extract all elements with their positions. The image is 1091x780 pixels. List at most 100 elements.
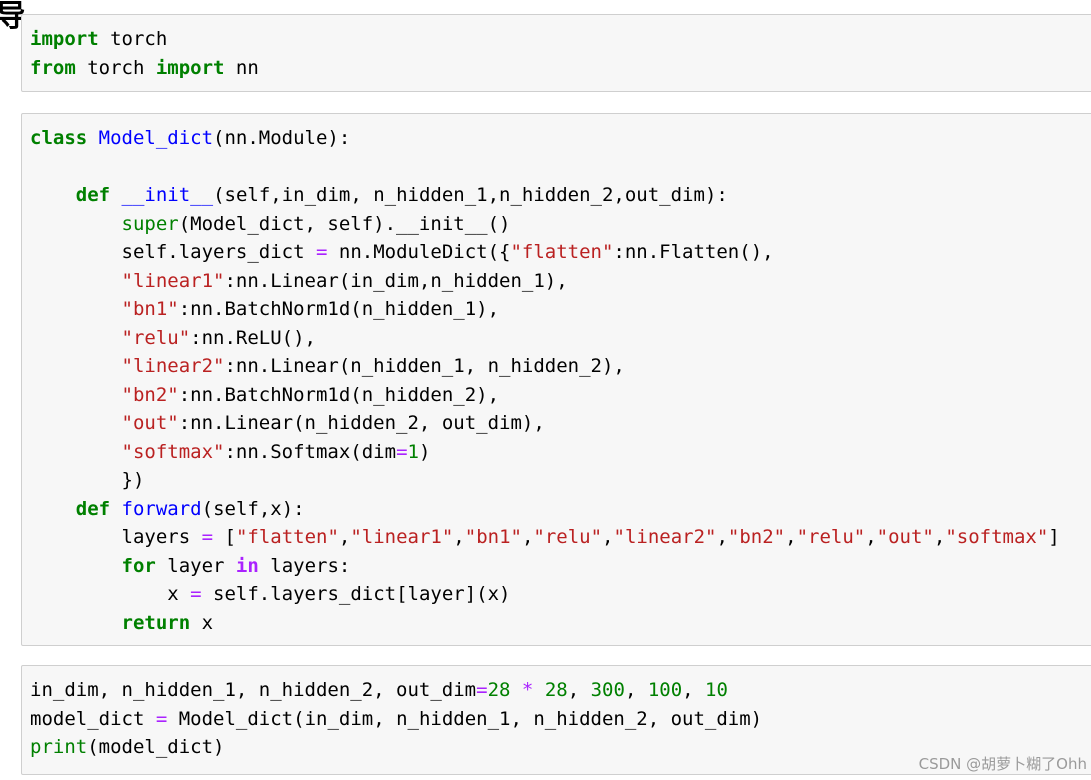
code-line: "softmax":nn.Softmax(dim=1) [30,440,431,463]
code-line: def __init__(self,in_dim, n_hidden_1,n_h… [30,184,728,206]
code-line: x = self.layers_dict[layer](x) [30,583,510,605]
code-token: Model_dict(in_dim, n_hidden_1, n_hidden_… [167,707,763,730]
code-token: , [453,526,465,548]
code-token: (model_dict) [87,736,225,758]
code-token: "linear1" [121,269,225,292]
code-token: "linear1" [350,526,454,548]
code-token: super [121,212,179,235]
code-line: "bn2":nn.BatchNorm1d(n_hidden_2), [30,383,500,406]
code-token: 10 [705,679,728,701]
code-token: 1 [407,440,419,463]
code-token: torch [98,28,168,50]
code-token: layers: [258,554,351,577]
code-token: }) [30,469,145,491]
code-token: ] [1048,526,1060,548]
code-line: for layer in layers: [30,554,351,577]
code-token: "relu" [533,526,603,548]
code-line: }) [30,469,145,491]
code-token: , [567,679,591,701]
code-line: "bn1":nn.BatchNorm1d(n_hidden_1), [30,298,500,320]
code-token: def [75,184,111,206]
code-cell-model-class[interactable]: class Model_dict(nn.Module): def __init_… [21,113,1091,646]
code-block[interactable]: import torch from torch import nn [30,25,1091,82]
code-token: "softmax" [945,526,1049,548]
code-block[interactable]: class Model_dict(nn.Module): def __init_… [30,124,1091,637]
code-token: x [30,583,191,605]
code-token: , [338,526,351,548]
code-line: model_dict = Model_dict(in_dim, n_hidden… [30,708,762,730]
code-token: for [121,554,156,577]
code-token: (self,x): [201,497,305,520]
code-token: "out" [121,412,179,434]
code-line: super(Model_dict, self).__init__() [30,212,511,235]
code-token: "flatten" [510,241,614,263]
code-line: "linear1":nn.Linear(in_dim,n_hidden_1), [30,270,568,292]
code-token: "relu" [121,326,191,349]
code-token: __init__ [121,184,214,206]
code-token: , [785,526,797,548]
code-token: layers [30,526,202,548]
code-token: "out" [876,526,934,548]
code-token: "bn1" [121,298,179,320]
code-line: "linear2":nn.Linear(n_hidden_1, n_hidden… [30,355,625,377]
code-token: (Model_dict, self).__init__() [178,212,511,235]
code-token: 28 [544,679,568,701]
code-token: def [75,497,111,520]
code-token: (self,in_dim, n_hidden_1,n_hidden_2,out_… [213,184,728,206]
code-token: "softmax" [121,440,225,463]
code-token: import [155,56,225,79]
code-token: * [521,679,534,701]
code-token: "flatten" [235,526,339,548]
code-token: = [315,241,328,263]
code-token: , [521,526,534,548]
code-token: "bn2" [121,383,179,406]
code-token: :nn.ReLU(), [190,326,316,349]
code-token: :nn.Softmax(dim [224,440,397,463]
code-token: self.layers_dict [30,241,316,263]
code-token: 28 [487,679,511,701]
code-line: import torch [30,28,167,50]
code-token: 100 [647,679,683,701]
code-token: = [476,679,488,701]
code-token: = [190,583,202,605]
code-line: layers = ["flatten","linear1","bn1","rel… [30,526,1060,548]
code-token: return [121,611,191,634]
code-line: class Model_dict(nn.Module): [30,127,350,149]
code-token: :nn.Linear(n_hidden_2, out_dim), [178,412,545,434]
code-line: return x [30,611,214,634]
code-token: "relu" [796,526,866,548]
code-line: "relu":nn.ReLU(), [30,327,316,349]
code-token: print [30,736,88,758]
code-token: model_dict [30,707,156,730]
code-token: :nn.Flatten(), [613,241,774,263]
code-token: "bn1" [464,526,522,548]
code-token: "linear2" [613,526,717,548]
code-token: in [235,554,259,577]
code-token: forward [121,497,202,520]
code-token: in_dim, n_hidden_1, n_hidden_2, out_dim [30,679,477,701]
code-token: , [933,526,946,548]
code-block[interactable]: in_dim, n_hidden_1, n_hidden_2, out_dim=… [30,676,1091,762]
code-token: x [190,611,214,634]
code-token: import [30,28,99,50]
code-token: layer [155,554,236,577]
code-cell-imports[interactable]: import torch from torch import nn [21,14,1091,92]
code-line: from torch import nn [30,57,259,79]
code-token: [ [213,526,236,548]
code-token: , [602,526,614,548]
code-line: print(model_dict) [30,736,224,758]
code-token: :nn.Linear(n_hidden_1, n_hidden_2), [224,355,625,377]
